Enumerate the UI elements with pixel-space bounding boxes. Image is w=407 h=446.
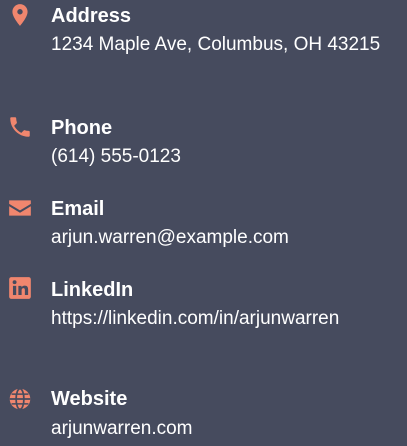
- website-link[interactable]: arjunwarren.com: [51, 415, 401, 443]
- contact-list: Address 1234 Maple Ave, Columbus, OH 432…: [0, 0, 407, 446]
- contact-title-email: Email: [51, 198, 105, 220]
- phone-icon: [7, 114, 33, 140]
- address-value: 1234 Maple Ave, Columbus, OH 43215: [51, 34, 381, 55]
- linkedin-link[interactable]: https://linkedin.com/in/arjunwarren: [51, 305, 401, 333]
- contact-title-website: Website: [51, 388, 128, 410]
- email-link[interactable]: arjun.warren@example.com: [51, 224, 401, 252]
- map-pin-icon: [7, 2, 33, 28]
- phone-link[interactable]: (614) 555-0123: [51, 143, 401, 171]
- envelope-icon: [7, 195, 33, 221]
- contact-title-linkedin: LinkedIn: [51, 279, 134, 301]
- contact-title-address: Address: [51, 5, 132, 27]
- linkedin-icon: [7, 275, 33, 301]
- contact-title-phone: Phone: [51, 117, 113, 139]
- globe-icon: [7, 386, 33, 412]
